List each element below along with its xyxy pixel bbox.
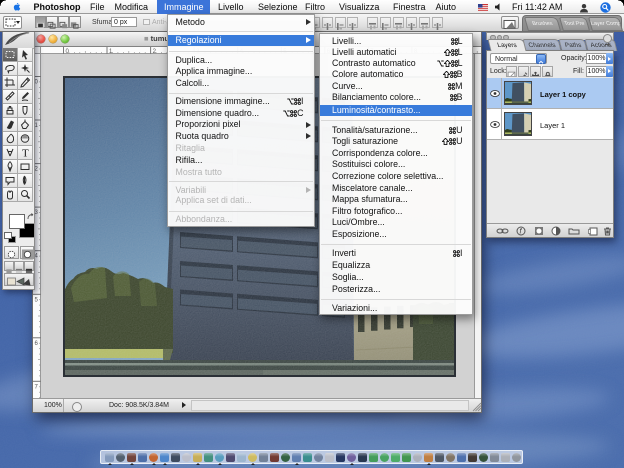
svg-text:6: 6 <box>35 341 39 347</box>
svg-text:2: 2 <box>35 167 39 173</box>
svg-text:0: 0 <box>35 80 39 86</box>
svg-text:7: 7 <box>35 384 39 390</box>
svg-text:3: 3 <box>35 210 39 216</box>
svg-text:T: T <box>22 148 29 160</box>
svg-text:4: 4 <box>35 254 39 260</box>
svg-text:1: 1 <box>35 123 39 129</box>
svg-text:5: 5 <box>35 297 39 303</box>
